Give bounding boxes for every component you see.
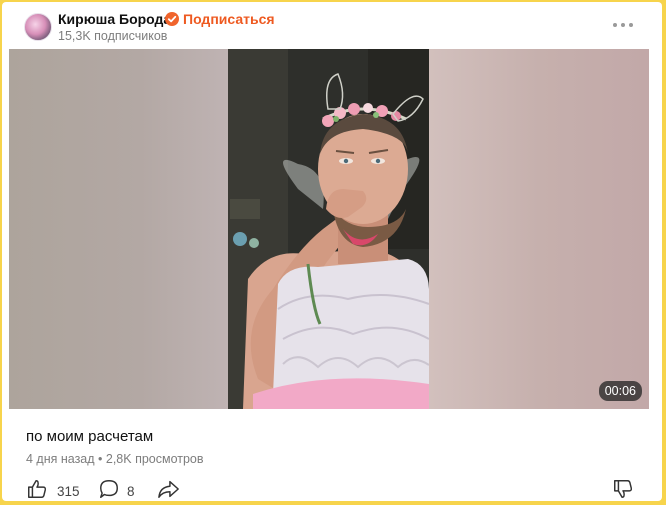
- video-meta: 4 дня назад • 2,8K просмотров: [26, 452, 204, 466]
- thumbs-down-icon: [614, 480, 633, 498]
- channel-avatar[interactable]: [24, 13, 52, 41]
- like-count: 315: [57, 484, 80, 499]
- comment-icon: [100, 480, 118, 498]
- dislike-button[interactable]: [612, 478, 634, 501]
- comment-count: 8: [127, 484, 135, 499]
- actions-bar: 315 8: [2, 476, 662, 501]
- video-blur-left: [9, 49, 228, 409]
- more-options-icon[interactable]: [610, 14, 636, 36]
- video-duration: 00:06: [598, 381, 642, 401]
- video-player[interactable]: 00:06: [9, 49, 649, 409]
- subscriber-count: 15,3K подписчиков: [58, 29, 168, 43]
- subscribe-button[interactable]: Подписаться: [183, 11, 275, 27]
- like-button[interactable]: [26, 478, 48, 501]
- verified-badge-icon: [165, 12, 179, 26]
- video-blur-right: [429, 49, 649, 409]
- video-title[interactable]: по моим расчетам: [26, 428, 153, 445]
- channel-name[interactable]: Кирюша Борода: [58, 11, 171, 27]
- comments-button[interactable]: [98, 478, 120, 501]
- video-card: Кирюша Борода Подписаться 15,3K подписчи…: [2, 2, 662, 501]
- channel-header: Кирюша Борода Подписаться 15,3K подписчи…: [2, 2, 662, 48]
- share-arrow-icon: [158, 480, 179, 498]
- thumbs-up-icon: [28, 480, 47, 498]
- video-thumbnail: [228, 49, 429, 409]
- share-button[interactable]: [157, 478, 181, 501]
